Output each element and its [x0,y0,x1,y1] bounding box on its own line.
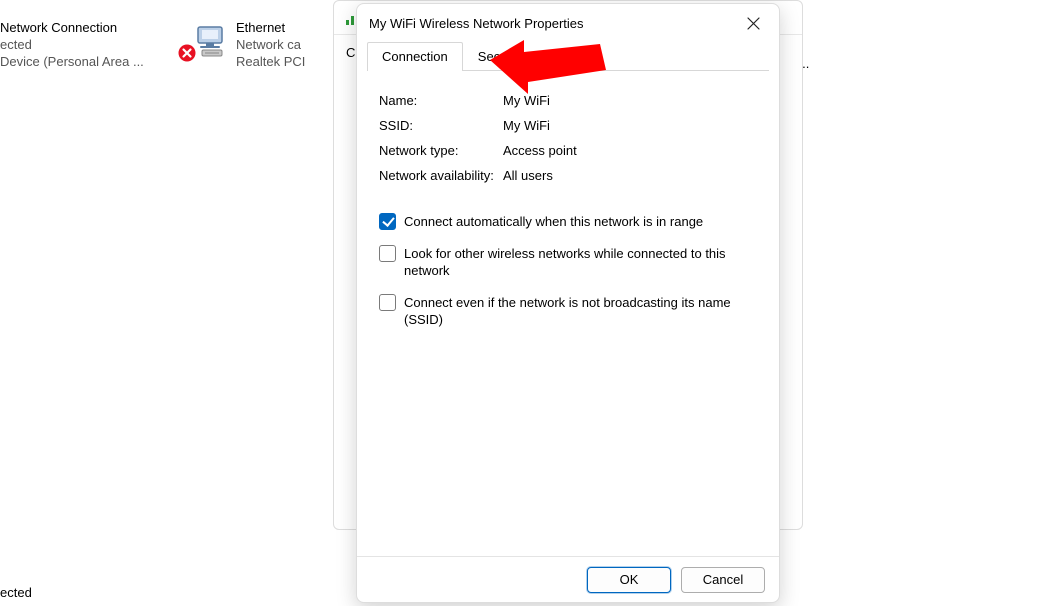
label-type: Network type: [379,143,503,158]
bg-text-line: Ethernet [236,20,305,37]
dialog-footer: OK Cancel [357,556,779,602]
status-bar-text: ected [0,585,32,600]
dialog-titlebar: My WiFi Wireless Network Properties [357,4,779,42]
checkbox-input[interactable] [379,245,396,262]
checkbox-look-other-networks[interactable]: Look for other wireless networks while c… [379,245,757,280]
bg-text-line: Network Connection [0,20,144,37]
tab-security[interactable]: Security [463,42,540,71]
network-info-grid: Name: My WiFi SSID: My WiFi Network type… [379,93,757,183]
checkbox-label: Connect automatically when this network … [404,213,703,231]
label-availability: Network availability: [379,168,503,183]
checkbox-connect-hidden[interactable]: Connect even if the network is not broad… [379,294,757,329]
close-button[interactable] [739,9,767,37]
bg-text-line: Network ca [236,37,305,54]
checkbox-input[interactable] [379,213,396,230]
network-properties-dialog: My WiFi Wireless Network Properties Conn… [356,3,780,603]
tab-connection[interactable]: Connection [367,42,463,71]
value-availability: All users [503,168,757,183]
checkbox-auto-connect[interactable]: Connect automatically when this network … [379,213,757,231]
tab-strip: Connection Security [367,42,769,71]
checkbox-input[interactable] [379,294,396,311]
back-window-char: C [346,45,355,60]
close-icon [747,17,760,30]
bg-network-item[interactable]: Network Connection ected Device (Persona… [0,20,144,71]
value-type: Access point [503,143,757,158]
checkbox-label: Connect even if the network is not broad… [404,294,734,329]
ethernet-icon [180,20,228,60]
value-name: My WiFi [503,93,757,108]
bg-ethernet-item[interactable]: Ethernet Network ca Realtek PCI [180,20,305,71]
dialog-title: My WiFi Wireless Network Properties [369,16,739,31]
error-x-icon [178,44,196,62]
cancel-button[interactable]: Cancel [681,567,765,593]
label-name: Name: [379,93,503,108]
bg-text-line: Realtek PCI [236,54,305,71]
value-ssid: My WiFi [503,118,757,133]
label-ssid: SSID: [379,118,503,133]
checkbox-label: Look for other wireless networks while c… [404,245,734,280]
bg-text-line: Device (Personal Area ... [0,54,144,71]
ok-button[interactable]: OK [587,567,671,593]
bg-text-line: ected [0,37,144,54]
